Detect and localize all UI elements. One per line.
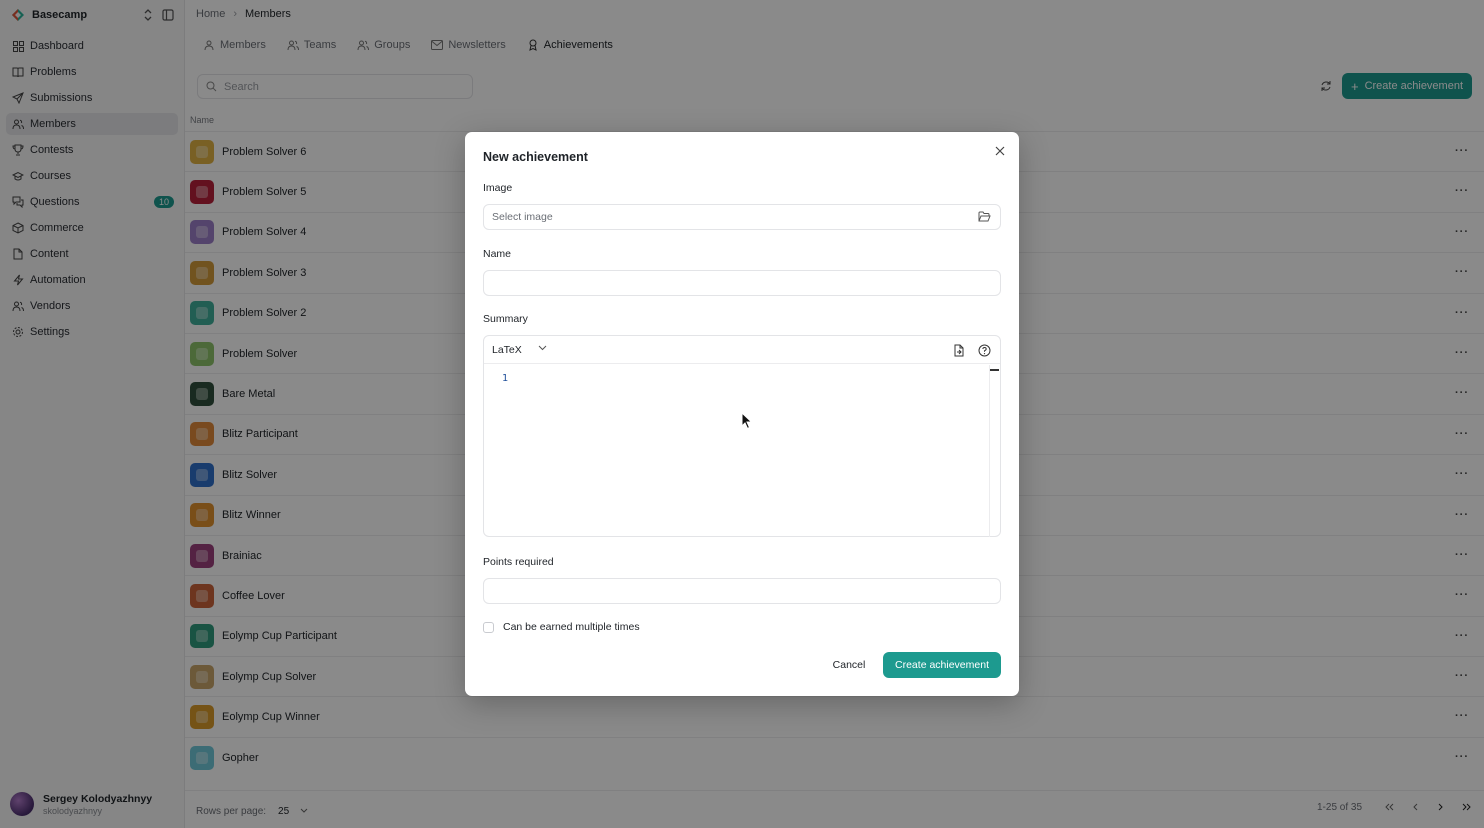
file-import-icon[interactable] <box>953 344 966 357</box>
multiple-earn-label[interactable]: Can be earned multiple times <box>503 621 640 633</box>
summary-label: Summary <box>483 313 528 325</box>
image-label: Image <box>483 182 513 194</box>
dialog-title: New achievement <box>483 150 588 164</box>
create-achievement-submit-button[interactable]: Create achievement <box>883 652 1001 678</box>
multiple-earn-option[interactable]: Can be earned multiple times <box>483 621 640 633</box>
help-circle-icon[interactable] <box>978 344 991 357</box>
mouse-cursor-icon <box>741 411 753 430</box>
editor-toolbar: LaTeX <box>484 336 1000 364</box>
points-label: Points required <box>483 556 554 568</box>
line-number: 1 <box>502 373 509 384</box>
summary-editor: LaTeX 1 <box>483 335 1001 537</box>
points-required-field[interactable] <box>483 578 1001 604</box>
scrollbar-thumb[interactable] <box>990 369 999 371</box>
name-label: Name <box>483 248 512 260</box>
folder-open-icon[interactable] <box>978 211 991 224</box>
summary-format-select[interactable]: LaTeX <box>492 344 548 356</box>
summary-format-value: LaTeX <box>492 343 522 356</box>
editor-scrollbar[interactable] <box>989 365 1000 537</box>
chevron-down-icon <box>538 345 548 355</box>
close-icon[interactable] <box>992 143 1008 159</box>
summary-code-area[interactable]: 1 <box>484 365 990 537</box>
name-field[interactable] <box>483 270 1001 296</box>
multiple-earn-checkbox[interactable] <box>483 621 494 633</box>
image-placeholder: Select image <box>492 211 553 223</box>
image-select-field[interactable]: Select image <box>483 204 1001 230</box>
cancel-button[interactable]: Cancel <box>823 653 875 677</box>
